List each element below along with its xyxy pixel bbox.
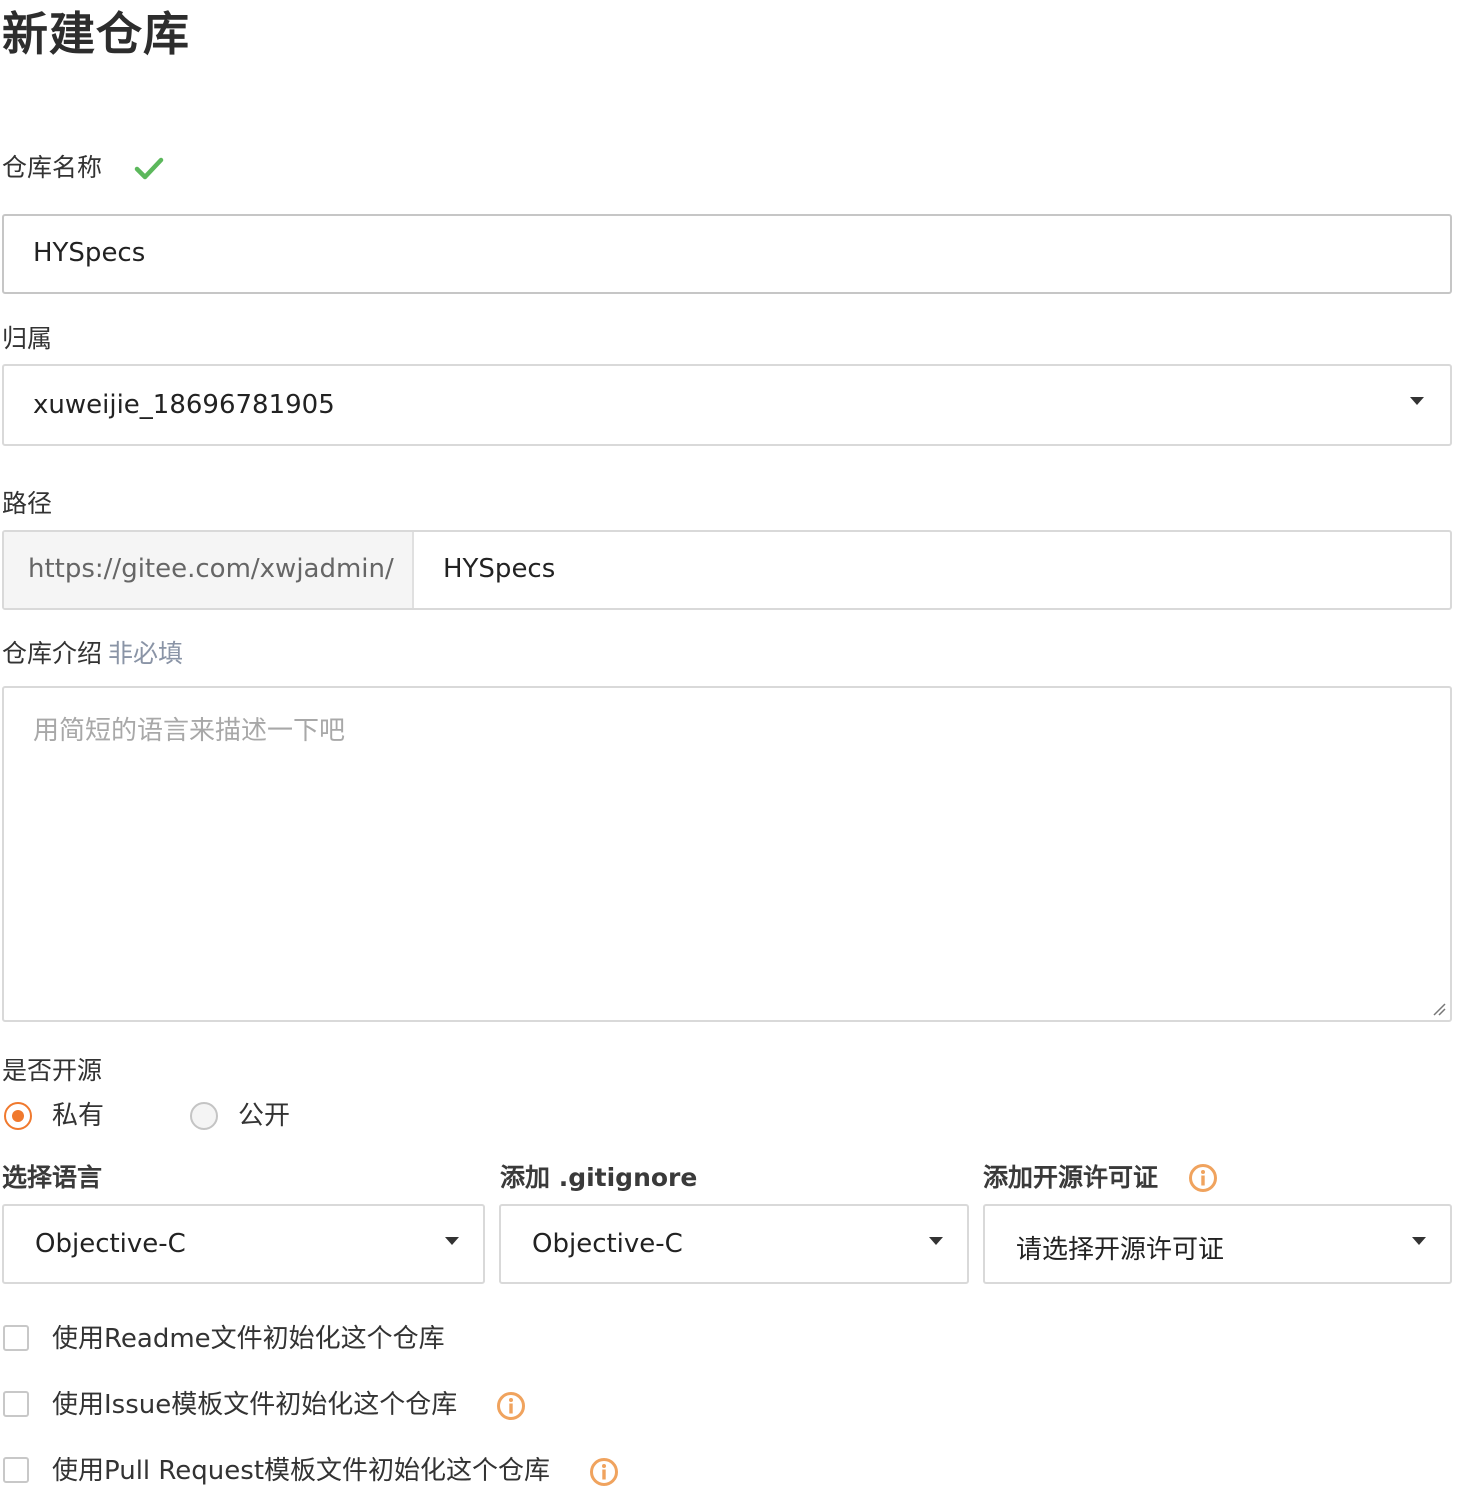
description-placeholder: 用简短的语言来描述一下吧 (33, 716, 346, 746)
repo-name-value: HYSpecs (33, 238, 146, 268)
license-selected-value: 请选择开源许可证 (1016, 1235, 1225, 1265)
chevron-down-icon (1410, 397, 1424, 405)
resize-handle-icon[interactable] (1432, 1002, 1446, 1016)
owner-label: 归属 (2, 324, 53, 353)
chevron-down-icon (445, 1237, 459, 1245)
description-label-text: 仓库介绍 (2, 639, 103, 668)
issue-template-checkbox[interactable] (3, 1391, 29, 1417)
license-label: 添加开源许可证 (983, 1163, 1159, 1192)
radio-public-label[interactable]: 公开 (238, 1100, 290, 1132)
path-prefix-text: https://gitee.com/xwjadmin/ (28, 554, 394, 584)
pr-template-checkbox[interactable] (3, 1457, 29, 1483)
info-icon[interactable] (496, 1391, 526, 1421)
path-prefix: https://gitee.com/xwjadmin/ (4, 532, 414, 608)
radio-private[interactable] (4, 1102, 32, 1130)
language-label: 选择语言 (2, 1163, 103, 1192)
readme-checkbox[interactable] (3, 1325, 29, 1351)
description-label: 仓库介绍 非必填 (2, 638, 183, 670)
readme-checkbox-label[interactable]: 使用Readme文件初始化这个仓库 (52, 1323, 445, 1355)
path-input[interactable]: HYSpecs (414, 532, 1450, 608)
description-textarea[interactable]: 用简短的语言来描述一下吧 (2, 686, 1452, 1022)
gitignore-selected-value: Objective-C (532, 1229, 683, 1259)
repo-name-label: 仓库名称 (2, 153, 103, 182)
path-value: HYSpecs (443, 554, 556, 584)
language-selected-value: Objective-C (35, 1229, 186, 1259)
issue-template-checkbox-label[interactable]: 使用Issue模板文件初始化这个仓库 (52, 1389, 457, 1421)
optional-hint: 非必填 (108, 639, 184, 668)
visibility-label: 是否开源 (2, 1056, 103, 1085)
info-icon[interactable] (589, 1457, 619, 1487)
license-select[interactable]: 请选择开源许可证 (983, 1204, 1452, 1284)
chevron-down-icon (929, 1237, 943, 1245)
radio-public[interactable] (190, 1102, 218, 1130)
repo-name-input[interactable]: HYSpecs (2, 214, 1452, 294)
chevron-down-icon (1412, 1237, 1426, 1245)
language-select[interactable]: Objective-C (2, 1204, 485, 1284)
page-title: 新建仓库 (2, 7, 190, 61)
gitignore-select[interactable]: Objective-C (499, 1204, 969, 1284)
owner-selected-value: xuweijie_18696781905 (33, 390, 335, 420)
radio-private-label[interactable]: 私有 (52, 1100, 104, 1132)
path-group: https://gitee.com/xwjadmin/ HYSpecs (2, 530, 1452, 610)
checkmark-icon (134, 157, 164, 180)
gitignore-label: 添加 .gitignore (500, 1163, 698, 1192)
info-icon[interactable] (1188, 1163, 1218, 1193)
owner-select[interactable]: xuweijie_18696781905 (2, 364, 1452, 446)
pr-template-checkbox-label[interactable]: 使用Pull Request模板文件初始化这个仓库 (52, 1455, 550, 1487)
path-label: 路径 (2, 489, 53, 518)
